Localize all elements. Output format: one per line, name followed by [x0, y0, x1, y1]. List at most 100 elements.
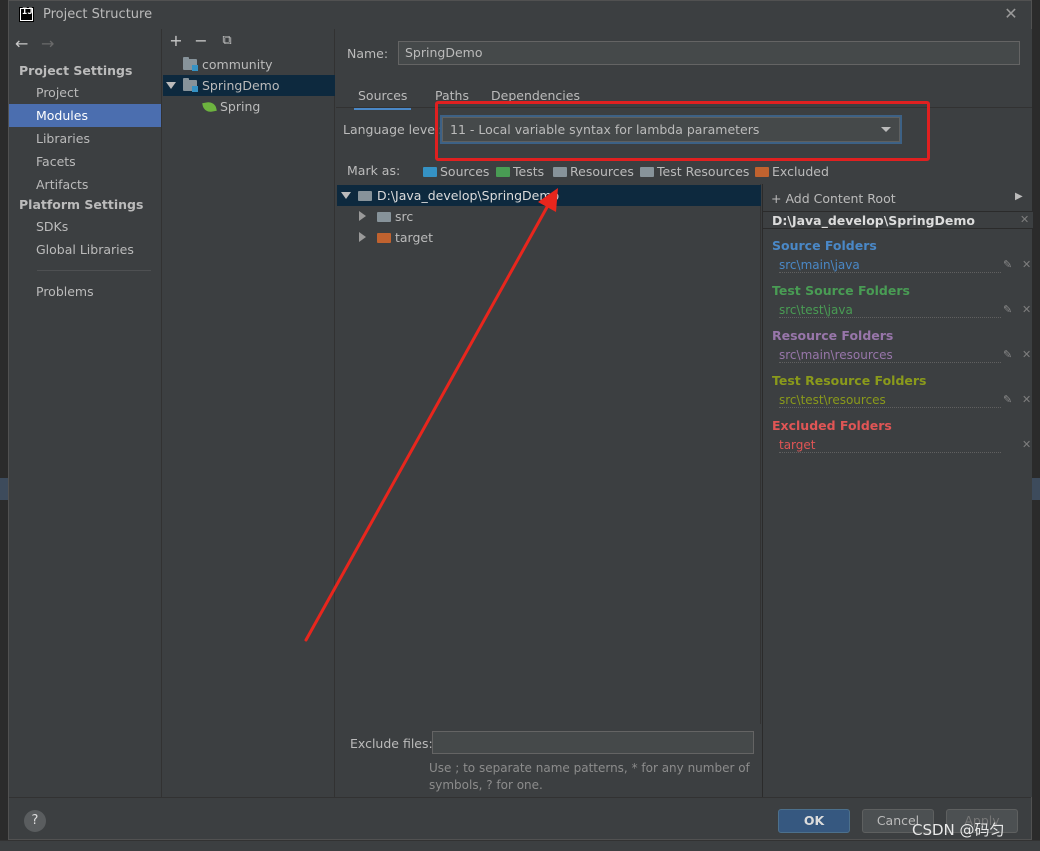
test-source-folder-item: src\test\java — [779, 303, 1001, 318]
tree-item-target[interactable]: target — [337, 227, 761, 248]
background-highlight — [0, 478, 8, 500]
exclude-files-hint: Use ; to separate name patterns, * for a… — [429, 761, 750, 792]
module-settings-panel: Name: SpringDemo Sources Paths Dependenc… — [336, 29, 1033, 797]
tree-item-label: community — [202, 57, 273, 72]
module-folder-icon — [183, 78, 198, 92]
content-roots-panel: + Add Content Root ▶ D:\Java_develop\Spr… — [762, 184, 1033, 797]
content-root-path: D:\Java_develop\SpringDemo — [772, 213, 976, 228]
mark-tests-button[interactable]: Tests — [496, 163, 544, 181]
mark-resources-button[interactable]: Resources — [553, 163, 634, 181]
language-level-label: Language level: — [343, 122, 443, 137]
tree-item-community[interactable]: community — [163, 54, 335, 75]
dialog-footer: ? OK Cancel Apply — [9, 797, 1031, 839]
content-root-header: D:\Java_develop\SpringDemo ✕ — [763, 211, 1033, 229]
ok-button[interactable]: OK — [778, 809, 850, 833]
tree-item-src[interactable]: src — [337, 206, 761, 227]
expand-arrow-icon[interactable] — [341, 192, 351, 199]
background-status-bar — [0, 840, 1040, 851]
settings-nav: ← → Project Settings Project Modules Lib… — [9, 29, 162, 797]
tab-sources[interactable]: Sources — [354, 84, 412, 110]
tree-item-label: src — [395, 209, 414, 224]
module-folder-icon — [183, 57, 198, 71]
add-content-root-button[interactable]: + Add Content Root — [771, 191, 896, 206]
test-resource-folder-item: src\test\resources — [779, 393, 1001, 408]
collapsed-arrow-icon[interactable] — [359, 211, 366, 221]
edit-pencil-icon[interactable]: ✎ — [1003, 258, 1012, 271]
folder-icon — [377, 212, 391, 222]
intellij-app-icon: IJ — [19, 7, 34, 22]
remove-icon[interactable]: ✕ — [1022, 393, 1031, 406]
mark-test-resources-button[interactable]: Test Resources — [640, 163, 749, 181]
remove-icon[interactable]: ✕ — [1022, 438, 1031, 451]
background-ide-left — [0, 0, 8, 851]
sources-folder-icon — [423, 167, 437, 177]
exclude-files-label: Exclude files: — [350, 736, 433, 751]
add-icon[interactable]: + — [167, 32, 185, 50]
close-icon[interactable]: ✕ — [1001, 4, 1021, 24]
background-highlight — [1032, 478, 1040, 500]
excluded-folder-icon — [377, 233, 391, 243]
tree-root-label: D:\Java_develop\SpringDemo — [377, 188, 560, 203]
tree-item-springdemo[interactable]: SpringDemo — [163, 75, 335, 96]
nav-item-global-libraries[interactable]: Global Libraries — [9, 238, 161, 261]
nav-item-modules[interactable]: Modules — [9, 104, 161, 127]
test-source-folders-title: Test Source Folders — [772, 283, 910, 298]
background-ide-right — [1032, 0, 1040, 851]
collapsed-arrow-icon[interactable] — [359, 232, 366, 242]
resource-folders-title: Resource Folders — [772, 328, 894, 343]
module-tree-panel: + − ⧉ community SpringDemo Spring — [163, 29, 335, 797]
remove-root-icon[interactable]: ✕ — [1020, 213, 1029, 226]
tree-item-label: SpringDemo — [202, 78, 280, 93]
edit-pencil-icon[interactable]: ✎ — [1003, 348, 1012, 361]
nav-item-artifacts[interactable]: Artifacts — [9, 173, 161, 196]
nav-item-libraries[interactable]: Libraries — [9, 127, 161, 150]
mark-as-label: Mark as: — [347, 163, 401, 178]
tree-item-spring[interactable]: Spring — [163, 96, 335, 117]
nav-divider — [37, 270, 151, 271]
nav-item-facets[interactable]: Facets — [9, 150, 161, 173]
forward-arrow-icon[interactable]: → — [41, 34, 54, 53]
module-name-field[interactable]: SpringDemo — [398, 41, 1020, 65]
resources-folder-icon — [553, 167, 567, 177]
folder-icon — [358, 191, 372, 201]
nav-item-sdks[interactable]: SDKs — [9, 215, 161, 238]
excluded-folders-title: Excluded Folders — [772, 418, 892, 433]
remove-icon[interactable]: − — [192, 32, 210, 50]
expand-arrow-icon[interactable] — [166, 82, 176, 89]
mark-test-resources-label: Test Resources — [657, 164, 750, 179]
edit-pencil-icon[interactable]: ✎ — [1003, 393, 1012, 406]
nav-item-problems[interactable]: Problems — [9, 280, 161, 303]
mark-sources-button[interactable]: Sources — [423, 163, 489, 181]
mark-excluded-button[interactable]: Excluded — [755, 163, 829, 181]
spring-leaf-icon — [202, 100, 217, 114]
edit-pencil-icon[interactable]: ✎ — [1003, 303, 1012, 316]
test-resources-folder-icon — [640, 167, 654, 177]
source-folder-item: src\main\java — [779, 258, 1001, 273]
resource-folder-item: src\main\resources — [779, 348, 1001, 363]
csdn-watermark: CSDN @码匀 — [912, 821, 1005, 839]
red-highlight-box — [435, 101, 930, 161]
excluded-folder-item: target — [779, 438, 1001, 453]
test-resource-folders-title: Test Resource Folders — [772, 373, 927, 388]
source-folders-title: Source Folders — [772, 238, 877, 253]
back-arrow-icon[interactable]: ← — [15, 34, 28, 53]
tests-folder-icon — [496, 167, 510, 177]
copy-icon[interactable]: ⧉ — [218, 32, 236, 50]
excluded-folder-icon — [755, 167, 769, 177]
remove-icon[interactable]: ✕ — [1022, 258, 1031, 271]
remove-icon[interactable]: ✕ — [1022, 348, 1031, 361]
tree-root-springdemo[interactable]: D:\Java_develop\SpringDemo — [337, 185, 761, 206]
remove-icon[interactable]: ✕ — [1022, 303, 1031, 316]
name-label: Name: — [347, 46, 389, 61]
project-settings-header: Project Settings — [19, 63, 133, 78]
content-root-tree: D:\Java_develop\SpringDemo src target — [337, 184, 761, 724]
platform-settings-header: Platform Settings — [19, 197, 144, 212]
exclude-files-input[interactable] — [432, 731, 754, 754]
help-icon[interactable]: ? — [24, 810, 46, 832]
project-structure-dialog: IJ Project Structure ✕ ← → Project Setti… — [8, 0, 1033, 840]
nav-item-project[interactable]: Project — [9, 81, 161, 104]
window-title: Project Structure — [43, 7, 153, 22]
tree-item-label: Spring — [220, 99, 261, 114]
expand-right-icon[interactable]: ▶ — [1015, 191, 1023, 202]
tree-item-label: target — [395, 230, 434, 245]
